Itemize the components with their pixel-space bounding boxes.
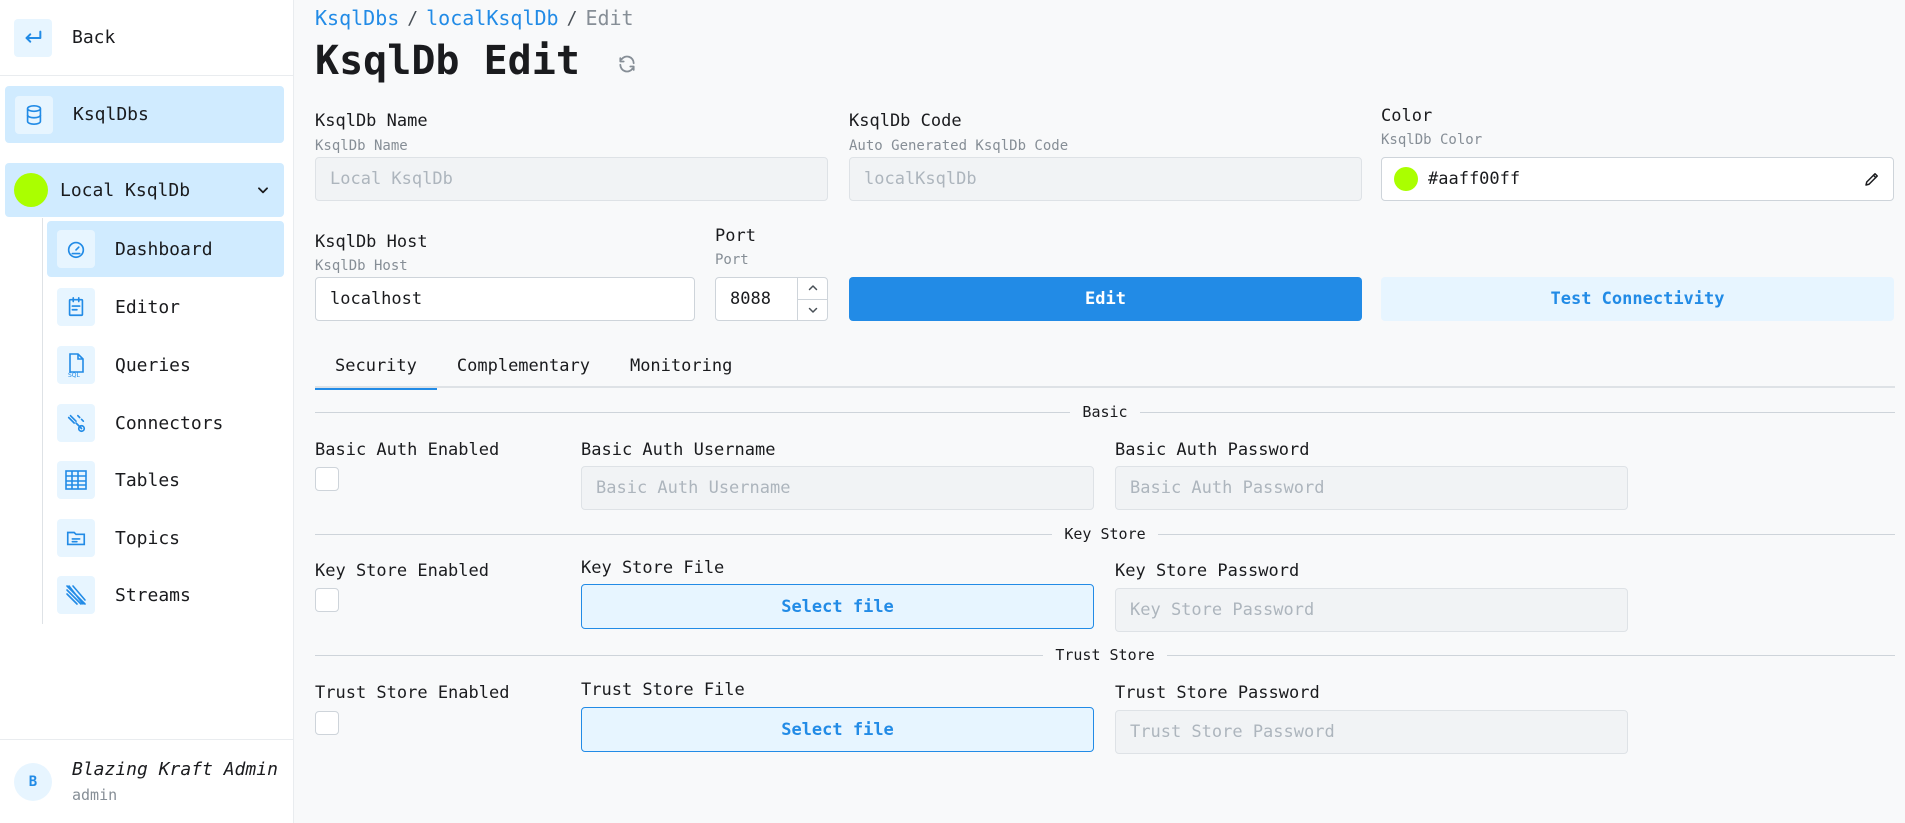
color-label: Color — [1381, 106, 1433, 126]
sidebar-item-dashboard[interactable]: Dashboard — [47, 221, 284, 277]
ksqldb-host-label: KsqlDb Host — [315, 232, 428, 252]
trust-store-file-label: Trust Store File — [581, 680, 745, 700]
port-label: Port — [715, 226, 756, 246]
tab-security[interactable]: Security — [315, 344, 437, 390]
connectors-icon — [57, 404, 95, 442]
trust-store-enabled-checkbox[interactable] — [315, 711, 339, 735]
trust-store-enabled-label: Trust Store Enabled — [315, 683, 510, 703]
back-label: Back — [72, 27, 116, 48]
ksqldb-selector[interactable]: Local KsqlDb — [5, 163, 284, 217]
trust-store-section-divider: Trust Store — [315, 645, 1895, 665]
ksqldb-code-description: Auto Generated KsqlDb Code — [849, 138, 1069, 154]
sidebar-item-label: Streams — [115, 584, 191, 606]
basic-auth-enabled-checkbox[interactable] — [315, 467, 339, 491]
breadcrumb-separator: / — [407, 7, 419, 29]
user-menu[interactable]: B Blazing Kraft Admin admin — [0, 739, 294, 823]
stepper-up-icon[interactable] — [798, 278, 827, 300]
streams-icon — [57, 576, 95, 614]
breadcrumb-ksqldb-link[interactable]: localKsqlDb — [426, 6, 558, 30]
sidebar-item-ksqldbs[interactable]: KsqlDbs — [5, 86, 284, 143]
trust-store-password-input[interactable]: Trust Store Password — [1115, 710, 1628, 754]
port-stepper — [797, 278, 827, 320]
breadcrumb-ksqldbs-link[interactable]: KsqlDbs — [315, 6, 399, 30]
trust-store-select-file-button[interactable]: Select file — [581, 707, 1094, 752]
table-icon — [57, 461, 95, 499]
basic-auth-password-label: Basic Auth Password — [1115, 440, 1310, 460]
breadcrumb-separator: / — [566, 7, 578, 29]
section-title: Key Store — [1064, 525, 1146, 543]
page-title: KsqlDb Edit — [315, 38, 580, 84]
sidebar-item-queries[interactable]: SQL Queries — [47, 337, 284, 393]
port-input[interactable]: 8088 — [715, 277, 828, 321]
sidebar: Back KsqlDbs Local KsqlDb Dashboard Edit… — [0, 0, 294, 823]
sql-file-icon: SQL — [57, 346, 95, 384]
avatar: B — [14, 762, 52, 801]
basic-auth-password-input[interactable]: Basic Auth Password — [1115, 466, 1628, 510]
basic-auth-username-label: Basic Auth Username — [581, 440, 776, 460]
color-value: #aaff00ff — [1428, 169, 1521, 189]
key-store-file-label: Key Store File — [581, 558, 725, 578]
editor-icon — [57, 288, 95, 326]
breadcrumb-current: Edit — [585, 6, 634, 30]
edit-button[interactable]: Edit — [849, 277, 1362, 321]
color-swatch — [1394, 167, 1418, 191]
sidebar-item-label: Queries — [115, 354, 191, 376]
breadcrumb: KsqlDbs / localKsqlDb / Edit — [315, 6, 634, 30]
tree-line — [42, 218, 43, 624]
stepper-down-icon[interactable] — [798, 300, 827, 321]
svg-text:SQL: SQL — [68, 372, 81, 378]
basic-section-divider: Basic — [315, 402, 1895, 422]
user-name: Blazing Kraft Admin — [72, 759, 278, 780]
section-title: Basic — [1082, 403, 1128, 421]
ksqldb-code-input[interactable]: localKsqlDb — [849, 157, 1362, 201]
topics-icon — [57, 519, 95, 557]
tab-monitoring[interactable]: Monitoring — [610, 344, 752, 388]
gauge-icon — [57, 230, 95, 268]
tab-bar: Security Complementary Monitoring — [315, 344, 1895, 390]
trust-store-password-label: Trust Store Password — [1115, 683, 1320, 703]
key-store-section-divider: Key Store — [315, 524, 1895, 544]
ksqldb-color-dot — [14, 173, 48, 207]
section-title: Trust Store — [1055, 646, 1155, 664]
color-input[interactable]: #aaff00ff — [1381, 157, 1894, 201]
basic-auth-enabled-label: Basic Auth Enabled — [315, 440, 500, 460]
ksqldb-host-description: KsqlDb Host — [315, 258, 408, 274]
ksqldb-name-label: KsqlDb Name — [315, 111, 428, 131]
sidebar-item-tables[interactable]: Tables — [47, 452, 284, 508]
key-store-select-file-button[interactable]: Select file — [581, 584, 1094, 629]
sidebar-item-editor[interactable]: Editor — [47, 279, 284, 335]
ksqldb-name-description: KsqlDb Name — [315, 138, 408, 154]
sidebar-item-label: Tables — [115, 469, 181, 491]
ksqldb-name-input[interactable]: Local KsqlDb — [315, 157, 828, 201]
sidebar-item-connectors[interactable]: Connectors — [47, 395, 284, 451]
sidebar-item-label: Editor — [115, 296, 181, 318]
sidebar-item-streams[interactable]: Streams — [47, 567, 284, 623]
port-value: 8088 — [730, 289, 771, 309]
key-store-password-input[interactable]: Key Store Password — [1115, 588, 1628, 632]
tab-complementary[interactable]: Complementary — [437, 344, 610, 388]
ksqldb-host-input[interactable]: localhost — [315, 277, 695, 321]
pencil-icon[interactable] — [1863, 170, 1881, 188]
refresh-icon[interactable] — [617, 54, 637, 74]
sidebar-item-topics[interactable]: Topics — [47, 510, 284, 566]
sidebar-item-label: Connectors — [115, 412, 224, 434]
key-store-enabled-label: Key Store Enabled — [315, 561, 489, 581]
key-store-enabled-checkbox[interactable] — [315, 588, 339, 612]
ksqldb-selector-label: Local KsqlDb — [60, 179, 191, 201]
sidebar-item-label: KsqlDbs — [73, 104, 149, 125]
sidebar-item-label: Topics — [115, 527, 181, 549]
color-description: KsqlDb Color — [1381, 132, 1483, 148]
database-icon — [15, 95, 53, 134]
back-arrow-icon — [14, 18, 52, 57]
port-description: Port — [715, 252, 749, 268]
back-button[interactable]: Back — [0, 0, 294, 76]
chevron-down-icon — [258, 187, 268, 194]
key-store-password-label: Key Store Password — [1115, 561, 1300, 581]
basic-auth-username-input[interactable]: Basic Auth Username — [581, 466, 1094, 510]
test-connectivity-button[interactable]: Test Connectivity — [1381, 277, 1894, 321]
user-role: admin — [72, 786, 118, 804]
ksqldb-code-label: KsqlDb Code — [849, 111, 962, 131]
sidebar-item-label: Dashboard — [115, 238, 213, 260]
